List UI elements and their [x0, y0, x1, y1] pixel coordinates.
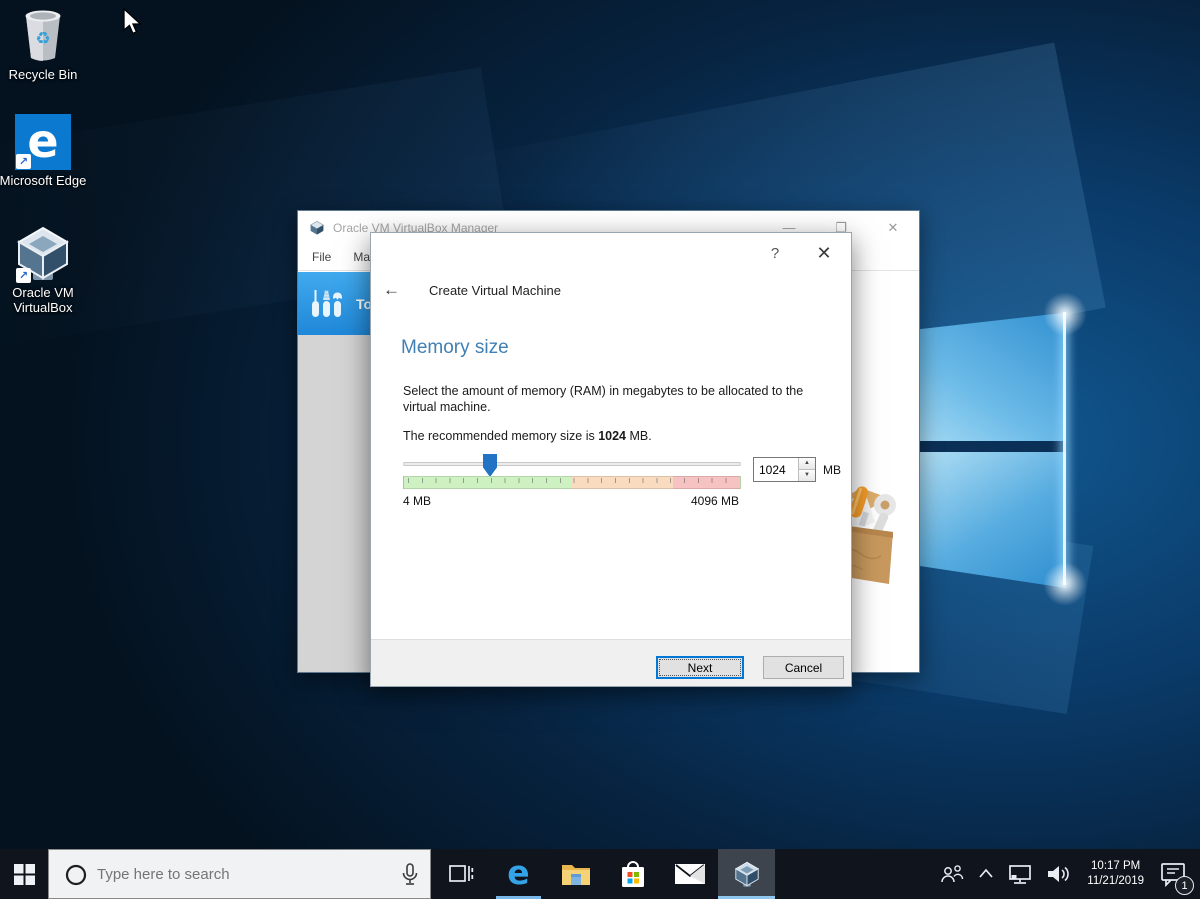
taskbar-search[interactable] — [48, 849, 431, 899]
taskbar-store-button[interactable] — [604, 849, 661, 899]
slider-max-label: 4096 MB — [691, 494, 739, 508]
taskbar: e — [0, 849, 1200, 899]
chevron-up-icon — [978, 867, 994, 881]
dialog-title: Create Virtual Machine — [429, 283, 561, 298]
back-button[interactable]: ← — [383, 277, 411, 303]
taskbar-clock[interactable]: 10:17 PM 11/21/2019 — [1079, 859, 1152, 889]
svg-text:♻: ♻ — [35, 29, 50, 48]
dialog-titlebar[interactable]: ? ✕ — [371, 233, 851, 273]
notification-badge: 1 — [1175, 876, 1194, 895]
logo-glow — [1043, 292, 1087, 336]
recommended-value: 1024 — [598, 429, 626, 443]
taskbar-virtualbox-button[interactable] — [718, 849, 775, 899]
memory-slider-track[interactable] — [403, 462, 741, 466]
tools-icon — [307, 287, 347, 321]
memory-value-input[interactable] — [754, 458, 798, 481]
spin-down-button[interactable]: ▼ — [799, 469, 815, 481]
edge-icon: e ↗ — [15, 114, 71, 170]
windows-desktop: ♻ Recycle Bin e ↗ Microsoft Edge ↗ Oracl… — [0, 0, 1200, 899]
taskbar-mail-button[interactable] — [661, 849, 718, 899]
virtualbox-icon — [733, 860, 761, 888]
memory-spinbox[interactable]: ▲ ▼ — [753, 457, 816, 482]
memory-slider-scale — [403, 476, 741, 489]
recycle-bin-icon: ♻ — [13, 6, 73, 64]
action-center-button[interactable]: 1 — [1152, 849, 1200, 899]
cortana-icon — [65, 864, 87, 886]
desktop-icon-label: Oracle VM VirtualBox — [0, 285, 88, 315]
menu-file[interactable]: File — [312, 250, 331, 264]
desktop-icon-recycle-bin[interactable]: ♻ Recycle Bin — [0, 6, 88, 82]
task-view-button[interactable] — [431, 849, 490, 899]
people-icon — [940, 863, 964, 885]
taskbar-explorer-button[interactable] — [547, 849, 604, 899]
cancel-button[interactable]: Cancel — [763, 656, 844, 679]
network-button[interactable] — [1001, 849, 1039, 899]
network-icon — [1008, 863, 1032, 885]
mouse-cursor — [123, 8, 145, 38]
volume-icon — [1046, 863, 1072, 885]
close-button[interactable]: ✕ — [867, 211, 919, 244]
create-vm-dialog: ? ✕ ← Create Virtual Machine Memory size… — [370, 232, 852, 687]
taskbar-edge-button[interactable]: e — [490, 849, 547, 899]
tray-expand-button[interactable] — [971, 849, 1001, 899]
memory-size-heading: Memory size — [401, 337, 509, 359]
shortcut-arrow-icon: ↗ — [16, 154, 31, 169]
dialog-footer: Next Cancel — [371, 639, 851, 686]
shortcut-arrow-icon: ↗ — [16, 268, 31, 283]
windows-logo-icon — [14, 864, 35, 885]
memory-slider-handle[interactable] — [483, 454, 497, 477]
desktop-icon-label: Microsoft Edge — [0, 173, 88, 188]
volume-button[interactable] — [1039, 849, 1079, 899]
virtualbox-icon: ↗ — [13, 224, 73, 282]
microphone-icon[interactable] — [400, 862, 420, 888]
memory-description: Select the amount of memory (RAM) in meg… — [403, 383, 827, 415]
windows-logo-edge — [1063, 312, 1066, 585]
dialog-close-button[interactable]: ✕ — [811, 241, 837, 265]
start-button[interactable] — [0, 849, 48, 899]
help-button[interactable]: ? — [763, 243, 787, 265]
next-button[interactable]: Next — [656, 656, 744, 679]
spin-up-button[interactable]: ▲ — [799, 458, 815, 469]
recommendation-text: The recommended memory size is 1024 MB. — [403, 429, 652, 443]
mail-icon — [674, 862, 706, 886]
logo-glow — [1043, 562, 1087, 606]
edge-icon: e — [507, 856, 529, 889]
slider-min-label: 4 MB — [403, 494, 431, 508]
virtualbox-logo-icon — [309, 220, 325, 236]
task-view-icon — [448, 862, 474, 886]
search-input[interactable] — [49, 850, 430, 898]
desktop-icon-label: Recycle Bin — [0, 67, 88, 82]
spinbox-unit-label: MB — [823, 463, 841, 477]
clock-date: 11/21/2019 — [1087, 874, 1144, 889]
folder-icon — [561, 861, 591, 887]
people-button[interactable] — [933, 849, 971, 899]
clock-time: 10:17 PM — [1087, 859, 1144, 874]
desktop-icon-microsoft-edge[interactable]: e ↗ Microsoft Edge — [0, 114, 88, 188]
store-icon — [619, 859, 647, 889]
desktop-icon-virtualbox[interactable]: ↗ Oracle VM VirtualBox — [0, 224, 88, 315]
